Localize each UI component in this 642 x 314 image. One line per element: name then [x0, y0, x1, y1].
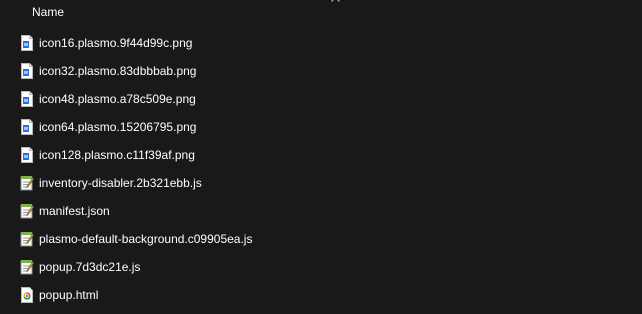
file-name: inventory-disabler.2b321ebb.js — [39, 176, 202, 190]
file-row[interactable]: icon32.plasmo.83dbbbab.png — [0, 57, 642, 85]
png-image-icon — [20, 91, 34, 107]
png-image-icon — [20, 147, 34, 163]
file-row[interactable]: inventory-disabler.2b321ebb.js — [0, 169, 642, 197]
file-row[interactable]: icon16.plasmo.9f44d99c.png — [0, 29, 642, 57]
file-row[interactable]: popup.7d3dc21e.js — [0, 253, 642, 281]
name-column-header[interactable]: Name — [32, 5, 64, 19]
file-list: icon16.plasmo.9f44d99c.png icon32.plasmo… — [0, 29, 642, 309]
file-name: icon32.plasmo.83dbbbab.png — [39, 64, 197, 78]
file-row[interactable]: icon48.plasmo.a78c509e.png — [0, 85, 642, 113]
file-name: manifest.json — [39, 204, 110, 218]
file-name: icon48.plasmo.a78c509e.png — [39, 92, 196, 106]
file-name: popup.html — [39, 288, 99, 302]
file-explorer-pane: Name icon16.plasmo.9f44d99c.png icon32.p… — [0, 0, 642, 314]
column-header-row: Name — [0, 0, 642, 26]
file-row[interactable]: popup.html — [0, 281, 642, 309]
header-divider — [0, 25, 642, 26]
file-row[interactable]: icon64.plasmo.15206795.png — [0, 113, 642, 141]
file-row[interactable]: manifest.json — [0, 197, 642, 225]
png-image-icon — [20, 63, 34, 79]
js-notepad-icon — [20, 231, 34, 247]
file-row[interactable]: icon128.plasmo.c11f39af.png — [0, 141, 642, 169]
file-row[interactable]: plasmo-default-background.c09905ea.js — [0, 225, 642, 253]
file-name: icon16.plasmo.9f44d99c.png — [39, 36, 193, 50]
file-name: popup.7d3dc21e.js — [39, 260, 141, 274]
json-notepad-icon — [20, 203, 34, 219]
file-name: icon128.plasmo.c11f39af.png — [39, 148, 195, 162]
sort-chevron-up-icon — [331, 0, 340, 2]
file-name: icon64.plasmo.15206795.png — [39, 120, 197, 134]
chrome-html-icon — [20, 287, 34, 303]
js-notepad-icon — [20, 175, 34, 191]
js-notepad-icon — [20, 259, 34, 275]
png-image-icon — [20, 119, 34, 135]
png-image-icon — [20, 35, 34, 51]
file-name: plasmo-default-background.c09905ea.js — [39, 232, 253, 246]
